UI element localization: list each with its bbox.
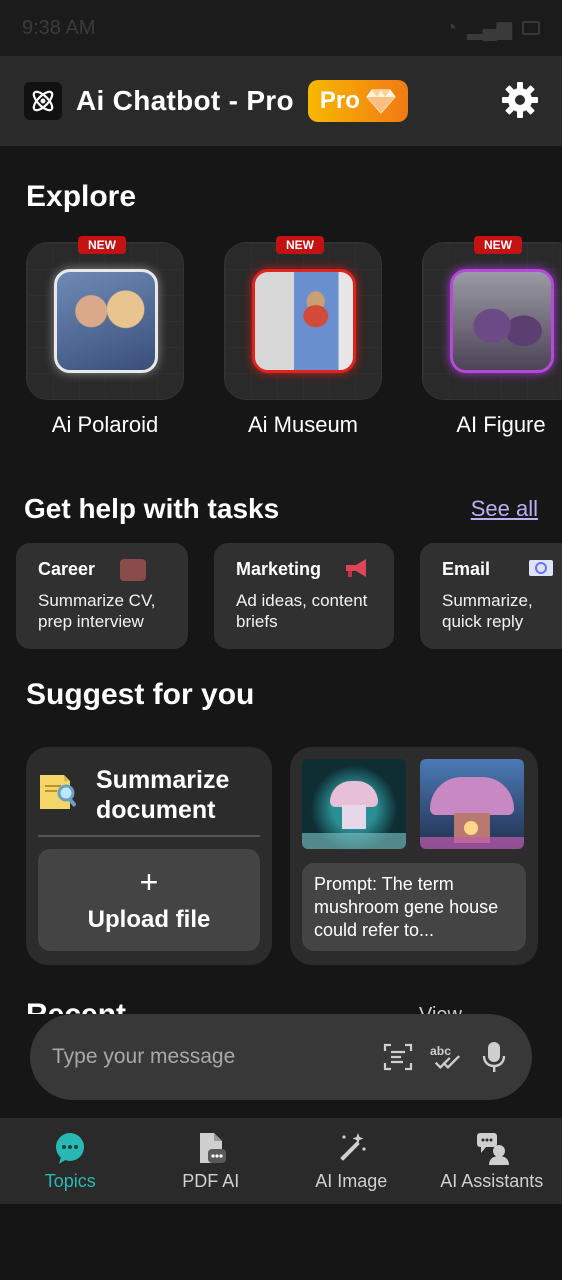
- briefcase-icon: [120, 559, 146, 581]
- chat-bubble-icon: [56, 1132, 85, 1164]
- explore-label: AI Figure: [456, 412, 546, 437]
- diamond-icon: [366, 89, 396, 114]
- tasks-title: Get help with tasks: [24, 493, 280, 524]
- message-composer: abc: [30, 1014, 532, 1100]
- nav-item-ai-assistants[interactable]: AI Assistants: [422, 1118, 562, 1204]
- plus-icon: +: [139, 864, 159, 900]
- suggest-title: Suggest for you: [26, 678, 255, 711]
- museum-image: [252, 269, 356, 373]
- polaroid-image: [54, 269, 158, 373]
- task-desc: Ad ideas, content briefs: [236, 591, 368, 631]
- magic-wand-icon: [340, 1132, 366, 1160]
- svg-text:abc: abc: [430, 1044, 451, 1058]
- upload-label: Upload file: [87, 906, 211, 933]
- spellcheck-icon[interactable]: abc: [430, 1041, 462, 1073]
- explore-title: Explore: [26, 180, 137, 213]
- task-carousel[interactable]: Career Summarize CV, prep interview Mark…: [16, 543, 562, 649]
- divider: [38, 835, 260, 837]
- megaphone-icon: [346, 559, 366, 577]
- prompt-card[interactable]: Prompt: The term mushroom gene house cou…: [290, 747, 538, 965]
- pro-label: Pro: [319, 87, 360, 114]
- figure-image: [450, 269, 554, 373]
- status-icons: ◔ ▂▄▆: [445, 16, 540, 41]
- prompt-text: Prompt: The term mushroom gene house cou…: [302, 863, 526, 951]
- envelope-icon: [529, 560, 553, 576]
- app-logo-icon: [24, 82, 62, 120]
- task-card-career[interactable]: Career Summarize CV, prep interview: [16, 543, 188, 649]
- app-screen: 9:38 AM ◔ ▂▄▆ Ai Chatbot - Pro Pro Explo…: [0, 0, 562, 1280]
- summarize-title: Summarize document: [96, 766, 230, 824]
- nav-label: AI Image: [315, 1170, 388, 1191]
- wifi-icon: ◔: [444, 16, 458, 39]
- system-navigation-area: [0, 1204, 562, 1280]
- scan-text-icon[interactable]: [382, 1041, 414, 1073]
- explore-card: [26, 242, 184, 400]
- nav-item-pdf-ai[interactable]: PDF AI: [141, 1118, 282, 1204]
- app-title: Ai Chatbot - Pro: [76, 85, 294, 116]
- mushroom-house-image-1: [302, 759, 406, 849]
- pdf-icon: [199, 1132, 226, 1163]
- status-bar: 9:38 AM ◔ ▂▄▆: [0, 0, 562, 56]
- status-time: 9:38 AM: [22, 16, 96, 39]
- mushroom-house-image-2: [420, 759, 524, 849]
- signal-icon: ▂▄▆: [467, 17, 512, 40]
- settings-gear-icon[interactable]: [500, 80, 540, 120]
- explore-item-polaroid[interactable]: NEW Ai Polaroid: [26, 236, 206, 438]
- nav-label: Topics: [44, 1170, 96, 1191]
- explore-card: [422, 242, 562, 400]
- nav-item-ai-image[interactable]: AI Image: [281, 1118, 422, 1204]
- see-all-link[interactable]: See all: [471, 496, 538, 522]
- pro-badge[interactable]: Pro: [307, 80, 408, 122]
- new-badge: NEW: [276, 236, 324, 254]
- explore-item-figure[interactable]: NEW AI Figure: [422, 236, 562, 438]
- task-card-email[interactable]: Email Summarize, quick reply: [420, 543, 562, 649]
- explore-item-museum[interactable]: NEW Ai Museum: [224, 236, 404, 438]
- explore-label: Ai Museum: [247, 412, 359, 437]
- task-card-marketing[interactable]: Marketing Ad ideas, content briefs: [214, 543, 394, 649]
- nav-label: AI Assistants: [440, 1170, 544, 1191]
- message-input[interactable]: [52, 1045, 366, 1069]
- task-title: Career: [38, 559, 96, 579]
- nav-label: PDF AI: [182, 1170, 240, 1191]
- assistant-icon: [476, 1132, 509, 1165]
- nav-item-topics[interactable]: Topics: [0, 1118, 141, 1204]
- summarize-card[interactable]: Summarize document + Upload file: [26, 747, 272, 965]
- document-search-icon: [40, 775, 76, 809]
- task-desc: Summarize, quick reply: [442, 591, 533, 631]
- composer-area: abc: [0, 1014, 562, 1118]
- explore-carousel[interactable]: NEW Ai Polaroid NEW Ai Museum NEW AI Fig…: [0, 236, 562, 446]
- upload-file-button[interactable]: + Upload file: [38, 849, 260, 951]
- task-desc: Summarize CV, prep interview: [38, 591, 156, 631]
- microphone-icon[interactable]: [478, 1041, 510, 1073]
- battery-icon: [522, 21, 540, 35]
- explore-card: [224, 242, 382, 400]
- bottom-nav: Topics PDF AI AI Image AI Assistants: [0, 1118, 562, 1204]
- new-badge: NEW: [78, 236, 126, 254]
- new-badge: NEW: [474, 236, 522, 254]
- explore-label: Ai Polaroid: [51, 412, 159, 437]
- app-header: Ai Chatbot - Pro Pro: [0, 56, 562, 146]
